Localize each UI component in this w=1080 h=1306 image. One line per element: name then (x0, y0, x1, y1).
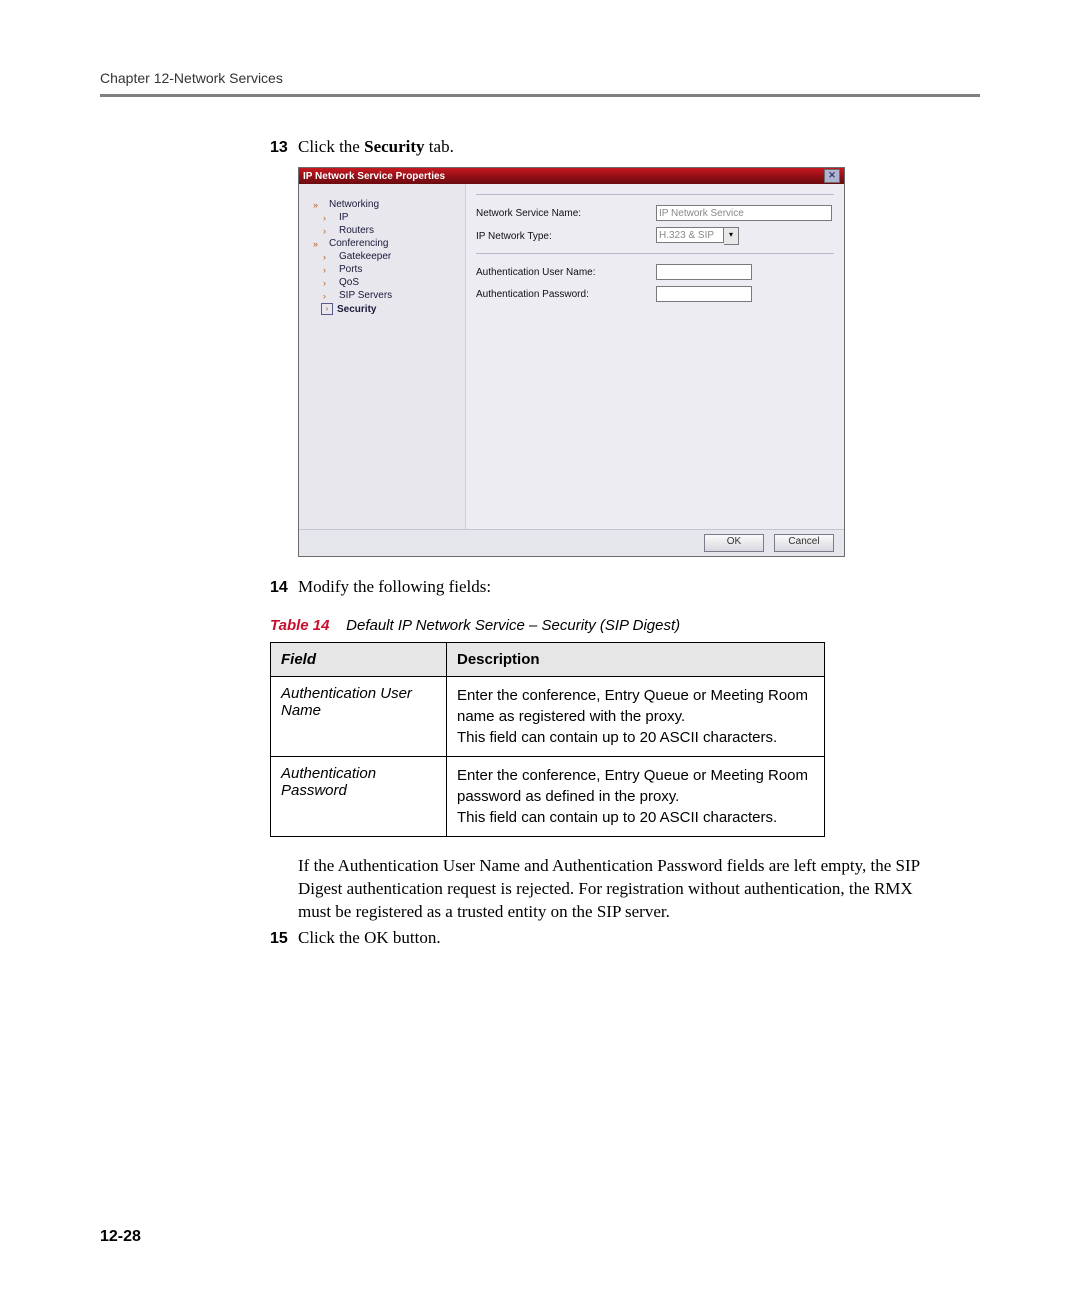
chevron-icon: › (321, 252, 335, 262)
input-network-service-name[interactable] (656, 205, 832, 221)
chevron-selected-icon: › (321, 303, 333, 315)
sidebar-item-gatekeeper[interactable]: ›Gatekeeper (313, 250, 461, 263)
sidebar-item-conferencing[interactable]: »Conferencing (313, 237, 461, 250)
table-row: Authentication Password Enter the confer… (271, 757, 825, 837)
step-text: Click the OK button. (298, 928, 441, 948)
step-number: 14 (270, 579, 298, 597)
input-auth-user-name[interactable] (656, 264, 752, 280)
chevron-double-icon: » (313, 239, 325, 249)
step-number: 15 (270, 930, 298, 948)
table-header-description: Description (447, 643, 825, 677)
step-14: 14 Modify the following fields: (270, 577, 940, 597)
cell-field: Authentication User Name (271, 677, 447, 757)
table-row: Authentication User Name Enter the confe… (271, 677, 825, 757)
step-number: 13 (270, 139, 298, 157)
input-auth-password[interactable] (656, 286, 752, 302)
page-number: 12-28 (100, 1228, 141, 1246)
sidebar-item-routers[interactable]: ›Routers (313, 224, 461, 237)
dialog-title: IP Network Service Properties (303, 171, 445, 182)
sidebar-item-networking[interactable]: »Networking (313, 198, 461, 211)
sidebar-item-sip-servers[interactable]: ›SIP Servers (313, 289, 461, 302)
cancel-button[interactable]: Cancel (774, 534, 834, 552)
step-13: 13 Click the Security tab. (270, 137, 940, 157)
sidebar-item-security[interactable]: ›Security (313, 302, 461, 316)
step-text: Modify the following fields: (298, 577, 491, 597)
sidebar-item-qos[interactable]: ›QoS (313, 276, 461, 289)
chapter-header: Chapter 12-Network Services (100, 70, 980, 86)
close-icon[interactable]: ✕ (824, 169, 840, 183)
dialog-footer: OK Cancel (299, 529, 844, 556)
label-auth-user-name: Authentication User Name: (476, 267, 656, 278)
sidebar-item-ports[interactable]: ›Ports (313, 263, 461, 276)
cell-description: Enter the conference, Entry Queue or Mee… (447, 757, 825, 837)
chevron-icon: › (321, 213, 335, 223)
chevron-icon: › (321, 265, 335, 275)
dialog-sidebar: »Networking ›IP ›Routers »Conferencing ›… (299, 184, 465, 529)
step-15: 15 Click the OK button. (270, 928, 940, 948)
step-text: Click the Security tab. (298, 137, 454, 157)
dialog-screenshot: IP Network Service Properties ✕ »Network… (298, 167, 940, 557)
chevron-icon: › (321, 226, 335, 236)
label-ip-network-type: IP Network Type: (476, 231, 656, 242)
field-description-table: Field Description Authentication User Na… (270, 642, 825, 837)
label-auth-password: Authentication Password: (476, 289, 656, 300)
ok-button[interactable]: OK (704, 534, 764, 552)
cell-field: Authentication Password (271, 757, 447, 837)
sidebar-item-ip[interactable]: ›IP (313, 211, 461, 224)
chevron-down-icon[interactable]: ▾ (724, 227, 739, 245)
dialog-titlebar: IP Network Service Properties ✕ (299, 168, 844, 184)
chevron-icon: › (321, 291, 335, 301)
table-header-field: Field (271, 643, 447, 677)
select-ip-network-type[interactable] (656, 227, 724, 243)
note-paragraph: If the Authentication User Name and Auth… (298, 855, 940, 924)
table-caption: Table 14 Default IP Network Service – Se… (270, 617, 940, 634)
label-network-service-name: Network Service Name: (476, 208, 656, 219)
dialog-main: Network Service Name: IP Network Type: ▾ (465, 184, 844, 529)
chevron-double-icon: » (313, 200, 325, 210)
cell-description: Enter the conference, Entry Queue or Mee… (447, 677, 825, 757)
header-rule (100, 94, 980, 97)
chevron-icon: › (321, 278, 335, 288)
